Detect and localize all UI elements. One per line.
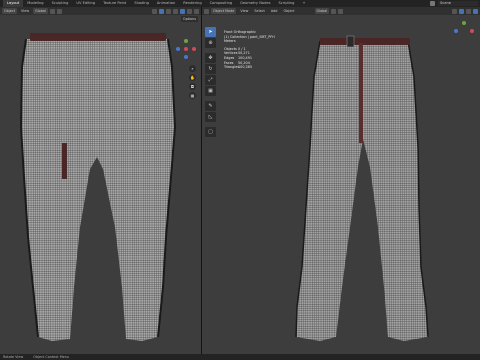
shading-render-icon[interactable] [194,8,199,14]
overlay-toggle-icon[interactable] [459,8,464,14]
pivot-icon[interactable] [331,8,337,14]
gizmo-right-x[interactable] [470,29,474,33]
zoom-icon[interactable]: ⌕ [189,65,196,72]
stat-value: 100,365 [238,65,253,70]
right-viewport-header: Object Mode View Select Add Object Globa… [202,7,480,15]
tool-shelf: ➤ ⊕ ✥ ↻ ⤢ ▣ ✎ ◺ ▢ [205,27,216,137]
xray-icon[interactable] [166,8,171,14]
right-menu-select[interactable]: Select [252,8,266,14]
transform-icon[interactable]: ▣ [205,86,216,96]
workspace-tab[interactable]: Animation [153,0,179,7]
workspace-tab[interactable]: Compositing [206,0,237,7]
right-menu-add[interactable]: Add [269,8,280,14]
left-menu-view[interactable]: View [19,8,31,14]
left-3d-viewport[interactable]: Object View Global Options ⌕ ✋ ◘ ▦ [0,7,201,354]
shading-material-icon[interactable] [187,8,192,14]
workspace-tab[interactable]: Layout [3,0,24,7]
grid-icon[interactable]: ▦ [189,92,196,99]
belt-tail [62,143,67,179]
stats-list: Objects 0 / 1 Vertices 50,271 Edges 100,491 Fa… [224,47,275,70]
workspace-tab[interactable]: Texture Paint [99,0,130,7]
camera-icon[interactable]: ◘ [189,83,196,90]
right-transform-orientation[interactable]: Global [314,8,330,14]
options-dropdown[interactable]: Options [180,15,198,22]
belt-tail-front [359,43,363,143]
navigation-gizmo-right[interactable] [454,21,474,41]
workspace-tab[interactable]: Sculpting [48,0,73,7]
belt-buckle [346,35,355,48]
left-viewport-header: Object View Global [0,7,201,15]
add-cube-icon[interactable]: ▢ [205,127,216,137]
gizmo-right-y[interactable] [462,21,466,25]
snap-icon[interactable] [49,8,55,14]
belt-back [30,33,166,41]
overlay-icon[interactable] [159,8,164,14]
workspace-tab[interactable]: Shading [130,0,153,7]
scale-icon[interactable]: ⤢ [205,75,216,85]
workspace-tabs: Layout Modeling Sculpting UV Editing Texture… [3,0,309,7]
gizmo-toggle-icon[interactable] [452,8,457,14]
shading-wire-icon[interactable] [173,8,178,14]
workspace-tab[interactable]: + [298,0,309,7]
scene-selector[interactable]: Scene [430,0,478,7]
pan-hand-icon[interactable]: ✋ [189,74,196,81]
workspace-tab[interactable]: UV Editing [72,0,99,7]
scene-icon [430,1,435,6]
solid-shading-icon[interactable] [473,8,478,14]
gizmo-z-axis[interactable] [176,47,180,51]
workspace-tab[interactable]: Scripting [274,0,298,7]
cursor-3d-icon[interactable]: ⊕ [205,38,216,48]
move-icon[interactable]: ✥ [205,53,216,63]
shading-solid-icon[interactable] [180,8,185,14]
right-menu-object[interactable]: Object [281,8,296,14]
status-middle: Object Context Menu [33,355,70,359]
select-cursor-icon[interactable]: ➤ [205,27,216,37]
status-left: Rotate View [3,355,24,359]
navigation-gizmo[interactable] [176,39,196,59]
belt-front [320,38,410,45]
workspace-tab[interactable]: Geometry Nodes [236,0,274,7]
scene-name[interactable]: Scene [438,1,478,6]
snap-icon-right[interactable] [338,8,344,14]
xray-toggle-icon[interactable] [466,8,471,14]
proportional-icon[interactable] [56,8,62,14]
pants-back-mesh[interactable] [21,39,175,341]
right-menu-view[interactable]: View [238,8,250,14]
gizmo-neg-axis[interactable] [184,55,188,59]
stats-row: Triangles 100,365 [224,65,275,70]
viewport-stats-overlay: Front Orthographic (1) Collection | pant… [224,30,275,70]
left-viewport-canvas [19,33,177,341]
rotate-icon[interactable]: ↻ [205,64,216,74]
measure-icon[interactable]: ◺ [205,112,216,122]
left-mode-select[interactable]: Object [2,8,18,14]
left-transform-orientation[interactable]: Global [33,8,48,14]
gizmo-right-z[interactable] [454,29,458,33]
gizmo-y-axis[interactable] [184,39,188,43]
annotate-icon[interactable]: ✎ [205,101,216,111]
status-bar: Rotate View Object Context Menu [0,354,480,360]
top-menu-bar: Layout Modeling Sculpting UV Editing Texture… [0,0,480,7]
gizmo-center[interactable] [184,47,188,51]
visibility-icon[interactable] [152,8,157,14]
stat-label: Triangles [224,65,240,70]
workspace-tab[interactable]: Modeling [23,0,47,7]
workspace-tab[interactable]: Rendering [179,0,205,7]
right-mode-select[interactable]: Object Mode [211,8,237,14]
left-options-bar: Options [180,15,201,22]
editor-type-icon[interactable] [204,8,209,14]
gizmo-x-axis[interactable] [192,47,196,51]
